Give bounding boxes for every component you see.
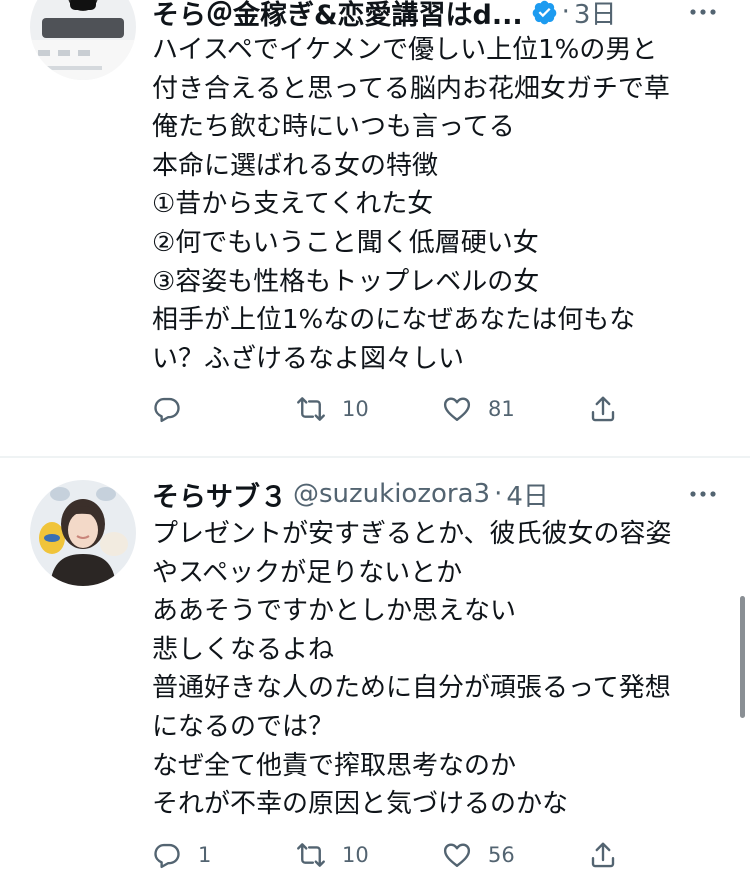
tweet-actions: 10 81 bbox=[152, 389, 632, 429]
more-icon[interactable] bbox=[686, 0, 720, 26]
tweet-text-line: やスペックが足りないとか bbox=[152, 557, 463, 588]
share-icon bbox=[591, 396, 615, 422]
share-button[interactable] bbox=[588, 389, 618, 429]
retweet-icon bbox=[297, 397, 325, 421]
heart-icon bbox=[443, 843, 471, 867]
tweet-text-line: になるのでは？ bbox=[152, 711, 335, 742]
tweet-text-line: 相手が上位1%なのになぜあなたは何もな bbox=[152, 305, 636, 336]
share-button[interactable] bbox=[588, 835, 618, 875]
tweet-text-line: なぜ全て他責で搾取思考なのか bbox=[152, 750, 517, 781]
share-icon bbox=[591, 842, 615, 868]
tweet-text-line: 付き合えると思ってる脳内お花畑女ガチで草 bbox=[152, 73, 670, 104]
tweet-text-line: 悲しくなるよね bbox=[152, 634, 335, 665]
more-icon[interactable] bbox=[686, 480, 720, 508]
tweet-header: そら＠金稼ぎ&恋愛講習はd... · 3日 bbox=[152, 0, 720, 32]
like-button[interactable]: 81 bbox=[442, 389, 515, 429]
reply-count: 1 bbox=[198, 843, 212, 867]
tweet-text-line: 俺たち飲む時にいつも言ってる bbox=[152, 112, 515, 143]
like-button[interactable]: 56 bbox=[442, 835, 515, 875]
reply-icon bbox=[154, 843, 180, 869]
separator-dot: · bbox=[561, 0, 570, 27]
avatar[interactable] bbox=[30, 0, 136, 80]
retweet-button[interactable]: 10 bbox=[296, 835, 369, 875]
tweet-text-line: 普通好きな人のために自分が頑張るって発想 bbox=[152, 673, 671, 704]
tweet-text-line: ああそうですかとしか思えない bbox=[152, 596, 517, 627]
retweet-icon bbox=[297, 843, 325, 867]
tweet-text-line: プレゼントが安すぎるとか、彼氏彼女の容姿 bbox=[152, 519, 672, 549]
tweet-text-line: い？ふざけるなよ図々しい bbox=[152, 343, 465, 374]
reply-icon bbox=[154, 397, 180, 423]
verified-badge-icon bbox=[532, 0, 556, 24]
tweet-header: そらサブ３ @suzukiozora3 · 4日 bbox=[152, 474, 720, 514]
tweet-text-line: ①昔から支えてくれた女 bbox=[152, 189, 434, 220]
tweet-actions: 1 10 56 bbox=[152, 835, 632, 875]
tweet-text-line: ③容姿も性格もトップレベルの女 bbox=[152, 266, 540, 297]
retweet-button[interactable]: 10 bbox=[296, 389, 369, 429]
tweet[interactable]: そら＠金稼ぎ&恋愛講習はd... · 3日 ハイスペでイケメンで優しい上位1%の… bbox=[0, 0, 750, 458]
timestamp[interactable]: 4日 bbox=[506, 476, 549, 513]
timestamp[interactable]: 3日 bbox=[574, 0, 617, 31]
tweet-text-line: それが不幸の原因と気づけるのかな bbox=[152, 789, 569, 820]
display-name[interactable]: そら＠金稼ぎ&恋愛講習はd... bbox=[152, 0, 523, 32]
tweet-text: プレゼントが安すぎるとか、彼氏彼女の容姿 やスペックが足りないとか ああそうです… bbox=[152, 515, 724, 824]
tweet-text-line: ハイスペでイケメンで優しい上位1%の男と bbox=[152, 35, 658, 65]
tweet-text: ハイスペでイケメンで優しい上位1%の男と 付き合えると思ってる脳内お花畑女ガチで… bbox=[152, 31, 724, 378]
avatar[interactable] bbox=[30, 480, 136, 586]
scrollbar[interactable] bbox=[740, 596, 745, 718]
like-count: 81 bbox=[488, 397, 515, 421]
reply-button[interactable] bbox=[152, 389, 198, 429]
separator-dot: · bbox=[494, 479, 503, 509]
tweet-text-line: ②何でもいうこと聞く低層硬い女 bbox=[152, 227, 539, 258]
display-name[interactable]: そらサブ３ bbox=[152, 475, 287, 514]
like-count: 56 bbox=[488, 843, 515, 867]
retweet-count: 10 bbox=[342, 843, 369, 867]
retweet-count: 10 bbox=[342, 397, 369, 421]
reply-button[interactable]: 1 bbox=[152, 835, 211, 875]
heart-icon bbox=[443, 397, 471, 421]
tweet-text-line: 本命に選ばれる女の特徴 bbox=[152, 150, 439, 181]
user-handle[interactable]: @suzukiozora3 bbox=[293, 479, 490, 509]
